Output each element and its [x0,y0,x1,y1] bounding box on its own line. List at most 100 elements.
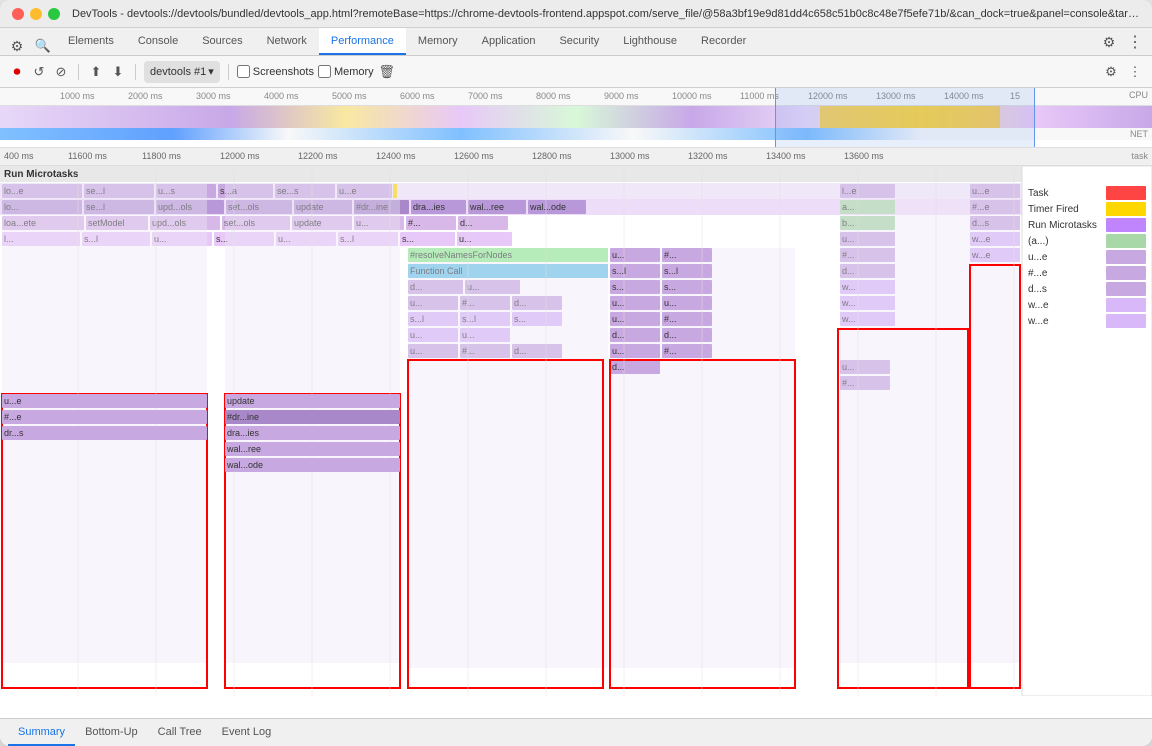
tab-security[interactable]: Security [547,28,611,55]
memory-checkbox[interactable] [318,65,331,78]
svg-text:#...: #... [664,250,677,260]
dtick-13200: 13200 ms [688,151,728,161]
dtick-11800: 11800 ms [142,151,181,161]
svg-text:wal...ode: wal...ode [226,460,263,470]
cpu-label: CPU [1129,90,1148,100]
dtick-12400: 12400 ms [376,151,416,161]
separator-2 [135,64,136,80]
tick-3000: 3000 ms [196,91,231,101]
dtick-11600: 11600 ms [68,151,107,161]
settings-perf-icon[interactable]: ⚙ [1102,63,1120,81]
tick-1000: 1000 ms [60,91,95,101]
more-perf-icon[interactable]: ⋮ [1126,63,1144,81]
memory-checkbox-group[interactable]: Memory [318,65,374,78]
chevron-down-icon: ▾ [208,65,214,78]
devtools-window: DevTools - devtools://devtools/bundled/d… [0,0,1152,746]
tick-6000: 6000 ms [400,91,435,101]
dtick-12200: 12200 ms [298,151,338,161]
svg-text:u...: u... [459,234,472,244]
svg-text:d...: d... [612,362,625,372]
tab-call-tree[interactable]: Call Tree [148,719,212,746]
tab-recorder[interactable]: Recorder [689,28,758,55]
svg-text:dr...s: dr...s [4,428,24,438]
dtick-12600: 12600 ms [454,151,494,161]
svg-text:s...l: s...l [664,266,678,276]
svg-text:#...: #... [664,314,677,324]
tab-elements[interactable]: Elements [56,28,126,55]
svg-text:d...: d... [664,330,677,340]
svg-text:d...: d... [612,330,625,340]
window-title: DevTools - devtools://devtools/bundled/d… [72,8,1140,20]
dtick-13000: 13000 ms [610,151,650,161]
settings-icon[interactable]: ⚙ [1100,33,1118,51]
svg-text:d...: d... [460,218,473,228]
devtools-menu-icon[interactable]: ⚙ [8,37,26,55]
download-icon[interactable]: ⬇ [109,63,127,81]
tick-8000: 8000 ms [536,91,571,101]
svg-text:#...: #... [408,218,421,228]
svg-text:#dr...ine: #dr...ine [227,412,259,422]
record-icon[interactable]: ⏺ [8,63,26,81]
tab-bottom-up[interactable]: Bottom-Up [75,719,148,746]
net-label: NET [1130,129,1148,139]
tab-summary[interactable]: Summary [8,719,75,746]
svg-text:update: update [227,396,255,406]
svg-text:u...e: u...e [1028,252,1048,263]
svg-text:#...: #... [664,346,677,356]
svg-text:#...e: #...e [4,412,22,422]
svg-text:#...e: #...e [1028,268,1048,279]
timeline-overview[interactable]: 1000 ms 2000 ms 3000 ms 4000 ms 5000 ms … [0,88,1152,148]
trash-icon[interactable]: 🗑 [378,63,396,81]
svg-text:Timer Fired: Timer Fired [1028,204,1079,215]
svg-text:u...: u... [612,250,625,260]
minimize-button[interactable] [30,8,42,20]
tick-5000: 5000 ms [332,91,367,101]
bottom-tabs: Summary Bottom-Up Call Tree Event Log [0,718,1152,746]
dtick-12000: 12000 ms [220,151,260,161]
more-icon[interactable]: ⋮ [1126,33,1144,51]
svg-text:wal...ree: wal...ree [226,444,261,454]
close-button[interactable] [12,8,24,20]
tab-console[interactable]: Console [126,28,190,55]
svg-text:wal...ree: wal...ree [469,202,504,212]
tab-network[interactable]: Network [255,28,319,55]
tab-selector[interactable]: devtools #1 ▾ [144,61,220,83]
traffic-lights [12,8,60,20]
tab-application[interactable]: Application [470,28,548,55]
nav-tabs: ⚙ 🔍 Elements Console Sources Network Per… [0,28,1152,56]
task-label-right: task [1131,151,1148,161]
tab-sources[interactable]: Sources [190,28,254,55]
svg-text:w...e: w...e [1027,316,1049,327]
tab-lighthouse[interactable]: Lighthouse [611,28,689,55]
tab-memory[interactable]: Memory [406,28,470,55]
svg-text:s...: s... [402,234,414,244]
dtick-400: 400 ms [4,151,34,161]
clear-icon[interactable]: ⊘ [52,63,70,81]
svg-text:wal...ode: wal...ode [529,202,566,212]
timeline-selection[interactable] [775,88,1035,147]
svg-text:dra...ies: dra...ies [413,202,446,212]
memory-label: Memory [334,66,374,78]
tab-performance[interactable]: Performance [319,28,406,55]
screenshots-checkbox-group[interactable]: Screenshots [237,65,314,78]
separator-3 [228,64,229,80]
svg-text:s...: s... [664,282,676,292]
separator-1 [78,64,79,80]
tick-11000: 11000 ms [740,91,779,101]
screenshots-label: Screenshots [253,66,314,78]
tab-select-label: devtools #1 [150,66,206,78]
svg-text:u...e: u...e [4,396,22,406]
inspect-icon[interactable]: 🔍 [34,37,52,55]
reload-record-icon[interactable]: ↺ [30,63,48,81]
performance-toolbar: ⏺ ↺ ⊘ ⬆ ⬇ devtools #1 ▾ Screenshots Memo… [0,56,1152,88]
flame-chart-svg: Run Microtasks Task lo...e se...l u...s … [0,166,1152,696]
svg-text:u...: u... [612,298,625,308]
screenshots-checkbox[interactable] [237,65,250,78]
tab-event-log[interactable]: Event Log [212,719,282,746]
dtick-12800: 12800 ms [532,151,572,161]
svg-text:dra...ies: dra...ies [227,428,260,438]
dtick-13600: 13600 ms [844,151,884,161]
flame-chart-area[interactable]: Run Microtasks Task lo...e se...l u...s … [0,166,1152,718]
maximize-button[interactable] [48,8,60,20]
upload-icon[interactable]: ⬆ [87,63,105,81]
